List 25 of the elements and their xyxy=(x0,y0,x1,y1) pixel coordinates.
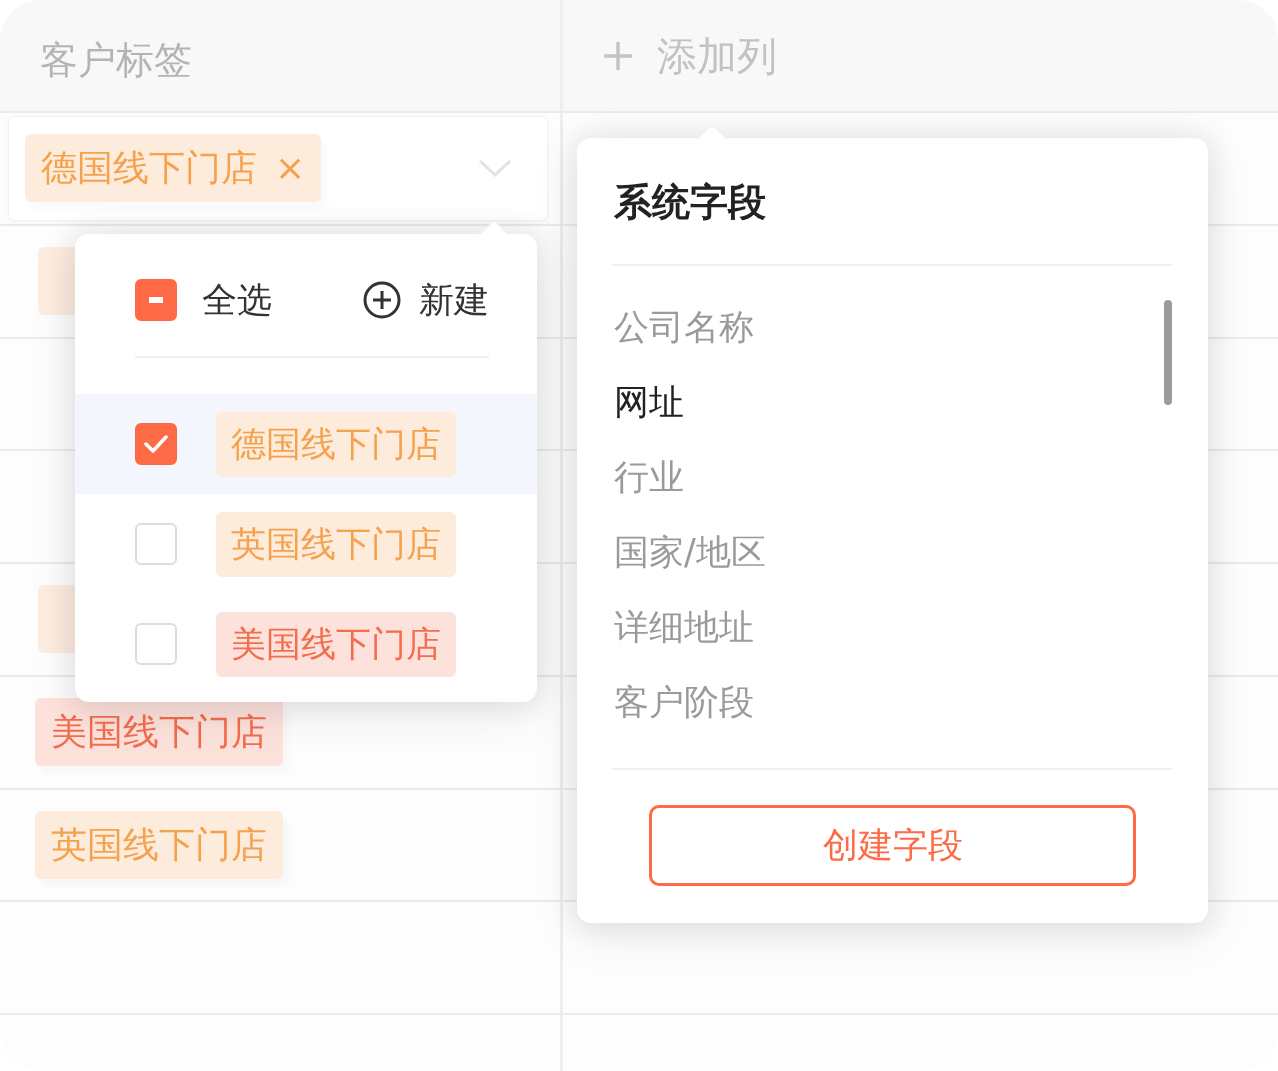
option-item[interactable]: 德国线下门店 xyxy=(75,394,537,494)
scrollbar-thumb[interactable] xyxy=(1164,300,1172,405)
option-item[interactable]: 美国线下门店 xyxy=(75,594,537,694)
checkbox[interactable] xyxy=(135,279,177,321)
chevron-down-icon xyxy=(478,159,512,178)
tag-select-field[interactable]: 德国线下门店 × xyxy=(8,116,548,221)
tag-label: 德国线下门店 xyxy=(41,146,257,191)
checkmark-icon xyxy=(144,435,168,453)
minus-icon xyxy=(149,297,163,303)
tag: 美国线下门店 xyxy=(216,611,456,677)
checkbox-label[interactable]: 全选 xyxy=(202,279,272,321)
field-option[interactable]: 网址 xyxy=(612,365,684,440)
option-item[interactable]: 英国线下门店 xyxy=(75,494,537,594)
remove-tag-button[interactable]: × xyxy=(275,146,306,191)
checkbox[interactable] xyxy=(135,423,177,465)
plus-icon xyxy=(603,40,633,71)
new-tag-button[interactable]: 新建 xyxy=(363,279,489,321)
tag: 英国线下门店 xyxy=(35,810,283,879)
panel-title: 系统字段 xyxy=(613,179,767,226)
tag: 英国线下门店 xyxy=(216,511,456,577)
plus-circle-icon xyxy=(363,281,401,319)
create-field-button[interactable]: 创建字段 xyxy=(649,805,1136,886)
tag: 美国线下门店 xyxy=(35,698,283,767)
column-header: 客户标签 xyxy=(40,36,192,83)
tag: 德国线下门店 xyxy=(216,411,456,477)
